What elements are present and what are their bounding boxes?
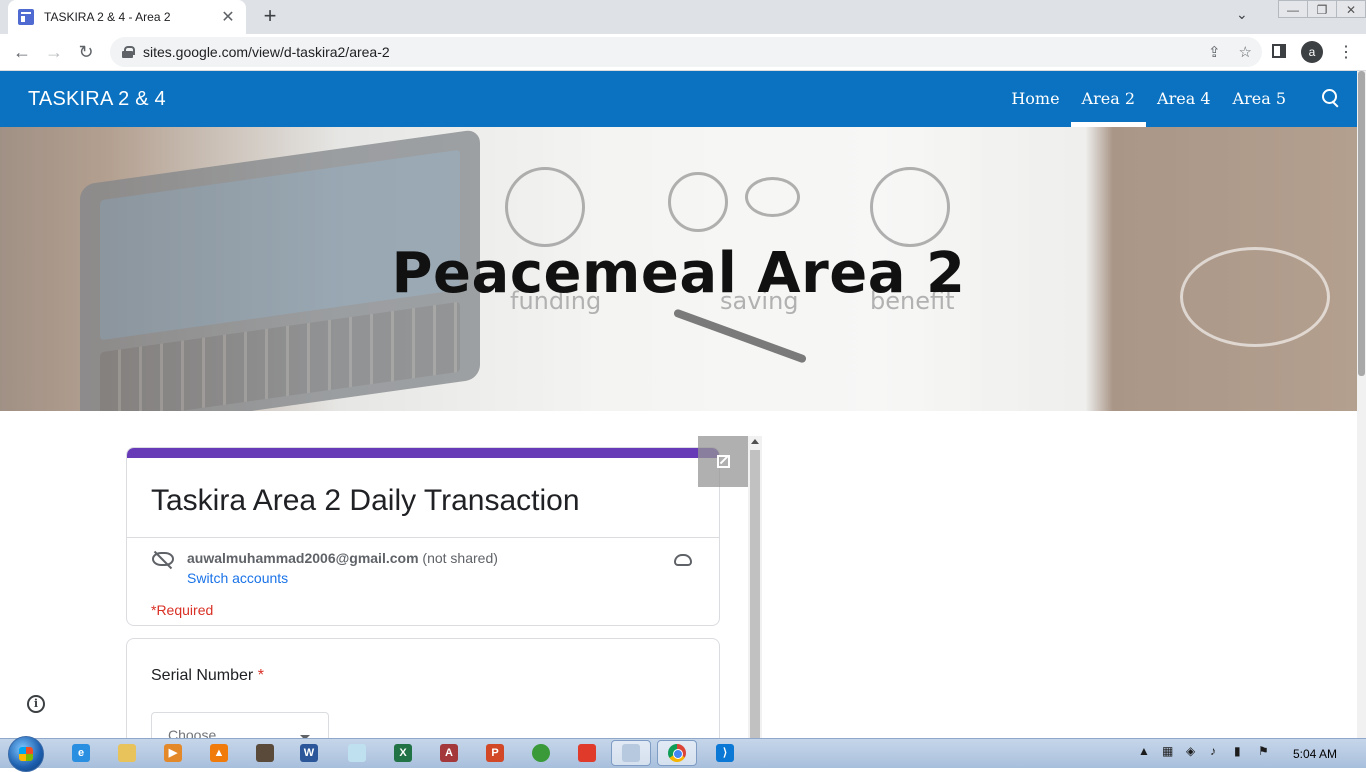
account-info: auwalmuhammad2006@gmail.com (not shared) [187,550,498,566]
nav-area-5[interactable]: Area 5 [1222,71,1297,127]
form-scrollbar[interactable] [748,436,762,738]
taskbar-excel[interactable]: X [392,742,414,764]
taskbar-film-app[interactable] [254,742,276,764]
taskbar-explorer[interactable] [116,742,138,764]
open-in-new-button[interactable] [698,436,750,487]
scroll-up-arrow-icon[interactable] [751,439,759,444]
google-sites-icon [18,9,34,25]
network-signal-icon[interactable]: ▮ [1234,744,1250,760]
vlc-icon: ▲ [210,744,228,762]
media-player-icon: ▶ [164,744,182,762]
tab-search-icon[interactable]: ⌄ [1236,6,1248,23]
form-title: Taskira Area 2 Daily Transaction [151,484,580,517]
page-scrollbar-thumb[interactable] [1358,71,1365,376]
taskbar-chrome[interactable] [657,740,697,766]
site-search-icon[interactable] [1322,89,1340,107]
taskbar-app-red[interactable] [576,742,598,764]
restore-button[interactable]: ❐ [1307,0,1337,18]
required-note: *Required [151,602,214,618]
forward-arrow-icon[interactable]: → [42,40,66,64]
nav-area-2[interactable]: Area 2 [1070,71,1147,127]
dropdown-placeholder: Choose [168,727,217,738]
access-icon: A [440,744,458,762]
cloud-saved-icon[interactable] [674,554,692,566]
open-in-new-icon [717,455,730,468]
film-icon [256,744,274,762]
form-accent-bar [127,448,719,458]
nav-home[interactable]: Home [1000,71,1070,127]
switch-accounts-link[interactable]: Switch accounts [187,570,288,586]
internet-explorer-icon: e [72,744,90,762]
tab-title: TASKIRA 2 & 4 - Area 2 [44,10,171,24]
required-asterisk: * [257,667,264,684]
side-panel-icon[interactable] [1272,44,1286,58]
nav-area-4[interactable]: Area 4 [1146,71,1221,127]
back-arrow-icon[interactable]: ← [10,40,34,64]
form-header-card: Taskira Area 2 Daily Transaction auwalmu… [126,447,720,626]
kebab-menu-icon[interactable]: ⋮ [1338,42,1354,62]
question-label: Serial Number * [151,667,264,684]
volume-icon[interactable]: ♪ [1210,744,1226,760]
address-bar[interactable]: sites.google.com/view/d-taskira2/area-2 … [110,37,1262,67]
hero-banner: funding saving benefit Peacemeal Area 2 [0,127,1357,411]
taskbar-paint[interactable] [611,740,651,766]
account-email: auwalmuhammad2006@gmail.com [187,550,419,566]
start-button[interactable] [8,736,44,772]
share-icon[interactable]: ⇪ [1208,43,1221,61]
profile-avatar[interactable]: a [1301,41,1323,63]
site-navigation: Home Area 2 Area 4 Area 5 [1000,71,1297,127]
page-title: Peacemeal Area 2 [391,241,966,306]
tray-app-icon[interactable]: ▦ [1162,744,1178,760]
windows-taskbar: e ▶ ▲ W X A P ⟩ ▲ ▦ ◈ ♪ ▮ ⚑ 5:04 AM [0,736,1366,772]
site-title[interactable]: TASKIRA 2 & 4 [28,88,166,111]
minimize-button[interactable]: — [1278,0,1308,18]
app-icon [532,744,550,762]
browser-tab[interactable]: TASKIRA 2 & 4 - Area 2 ✕ [8,0,246,34]
account-share-status: (not shared) [422,550,498,566]
folder-icon [118,744,136,762]
browser-tab-strip: TASKIRA 2 & 4 - Area 2 ✕ + ⌄ — ❐ ✕ [0,0,1366,34]
powerpoint-icon: P [486,744,504,762]
url-text[interactable]: sites.google.com/view/d-taskira2/area-2 [143,44,390,60]
taskbar-clock[interactable]: 5:04 AM [1293,747,1337,761]
taskbar-ie[interactable]: e [70,742,92,764]
site-header: TASKIRA 2 & 4 Home Area 2 Area 4 Area 5 [0,71,1357,127]
embedded-form-frame: Taskira Area 2 Daily Transaction auwalmu… [126,436,762,738]
taskbar-word[interactable]: W [298,742,320,764]
paint-icon [622,744,640,762]
tray-antivirus-icon[interactable]: ◈ [1186,744,1202,760]
chrome-icon [668,744,686,762]
taskbar-vscode[interactable]: ⟩ [714,742,736,764]
taskbar-powerpoint[interactable]: P [484,742,506,764]
taskbar-app-green[interactable] [530,742,552,764]
action-center-flag-icon[interactable]: ⚑ [1258,744,1274,760]
form-scrollbar-thumb[interactable] [750,450,760,738]
vscode-icon: ⟩ [716,744,734,762]
eye-off-icon [152,552,174,566]
close-tab-icon[interactable]: ✕ [220,7,236,27]
tray-expand-icon[interactable]: ▲ [1138,744,1154,760]
serial-number-dropdown[interactable]: Choose [151,712,329,738]
word-icon: W [300,744,318,762]
taskbar-vlc[interactable]: ▲ [208,742,230,764]
window-controls: — ❐ ✕ [1278,0,1366,18]
reload-icon[interactable]: ↻ [74,40,98,64]
taskbar-notepad[interactable] [346,742,368,764]
new-tab-button[interactable]: + [258,4,282,28]
taskbar-access[interactable]: A [438,742,460,764]
close-window-button[interactable]: ✕ [1336,0,1366,18]
page-scrollbar[interactable] [1357,71,1366,738]
question-card-serial-number: Serial Number * Choose [126,638,720,738]
app-icon [578,744,596,762]
taskbar-media-player[interactable]: ▶ [162,742,184,764]
lock-icon[interactable] [122,46,135,58]
browser-toolbar: ← → ↻ sites.google.com/view/d-taskira2/a… [0,34,1366,71]
notepad-icon [348,744,366,762]
info-icon[interactable]: i [27,695,45,713]
excel-icon: X [394,744,412,762]
bookmark-star-icon[interactable]: ☆ [1239,43,1252,61]
system-tray: ▲ ▦ ◈ ♪ ▮ ⚑ [1138,744,1274,760]
